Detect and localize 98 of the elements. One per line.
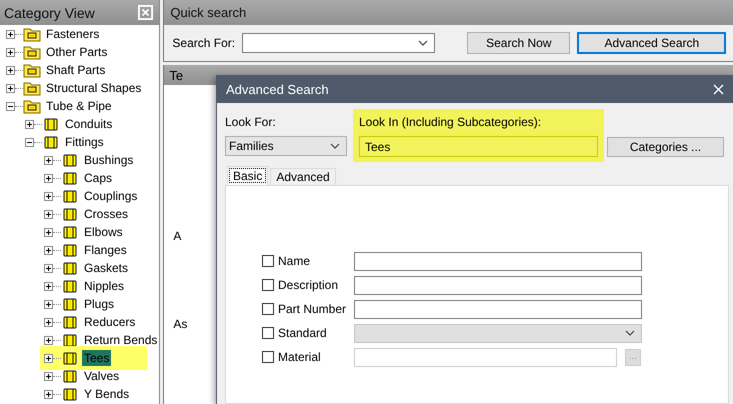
checkbox-label: Material xyxy=(277,350,322,364)
tree-item[interactable]: Return Bends xyxy=(82,332,160,348)
chevron-down-icon xyxy=(330,143,340,149)
tree-item[interactable]: Caps xyxy=(82,170,114,186)
look-in-field[interactable]: Tees xyxy=(359,136,598,157)
checkbox-label: Description xyxy=(277,278,340,292)
folder-icon xyxy=(23,44,41,60)
tree-item[interactable]: Conduits xyxy=(63,116,114,132)
pipe-fitting-icon xyxy=(61,386,79,402)
expand-icon[interactable] xyxy=(44,174,53,182)
expand-icon[interactable] xyxy=(44,390,53,398)
pipe-fitting-icon xyxy=(61,368,79,384)
field-label: Look In (Including Subcategories): xyxy=(359,115,542,129)
advanced-search-button[interactable]: Advanced Search xyxy=(577,32,726,54)
pipe-fitting-icon xyxy=(42,134,60,150)
pipe-fitting-icon xyxy=(42,116,60,132)
tree-item[interactable]: Structural Shapes xyxy=(44,80,144,96)
tree-item[interactable]: Elbows xyxy=(82,224,125,240)
tree-item[interactable]: Crosses xyxy=(82,206,130,222)
pipe-fitting-icon xyxy=(61,278,79,294)
pipe-fitting-icon xyxy=(61,350,79,366)
pipe-fitting-icon xyxy=(61,206,79,222)
collapse-icon[interactable] xyxy=(6,102,15,110)
panel-title: Category View xyxy=(4,4,95,20)
tree-item[interactable]: Bushings xyxy=(82,152,136,168)
categories-button[interactable]: Categories ... xyxy=(607,137,724,157)
panel-title: Quick search xyxy=(170,5,246,20)
expand-icon[interactable] xyxy=(44,372,53,380)
panel-title: Te xyxy=(169,68,184,82)
expand-icon[interactable] xyxy=(6,30,15,38)
field-label: Look For: xyxy=(225,115,277,129)
checkbox[interactable] xyxy=(262,303,274,315)
chevron-down-icon xyxy=(625,330,635,336)
expand-icon[interactable] xyxy=(25,120,34,128)
tree-item[interactable]: Tees xyxy=(82,350,112,366)
expand-icon[interactable] xyxy=(44,282,53,290)
input-field[interactable] xyxy=(354,300,642,318)
tree-item[interactable]: Couplings xyxy=(82,188,140,204)
input-field[interactable] xyxy=(354,348,617,366)
checkbox-label: Standard xyxy=(277,326,328,340)
pipe-fitting-icon xyxy=(61,314,79,330)
expand-icon[interactable] xyxy=(44,246,53,254)
pipe-fitting-icon xyxy=(61,332,79,348)
folder-icon xyxy=(23,98,41,114)
tree-item[interactable]: Valves xyxy=(82,368,122,384)
tree-item[interactable]: Fasteners xyxy=(44,26,102,42)
folder-icon xyxy=(23,26,41,42)
expand-icon[interactable] xyxy=(44,156,53,164)
field-label: Search For: xyxy=(172,36,236,50)
expand-icon[interactable] xyxy=(44,264,53,272)
tree-item[interactable]: Plugs xyxy=(82,296,116,312)
folder-icon xyxy=(23,80,41,96)
expand-icon[interactable] xyxy=(44,192,53,200)
checkbox-label: Part Number xyxy=(277,302,348,316)
tree-item[interactable]: Other Parts xyxy=(44,44,110,60)
tree-item[interactable]: Reducers xyxy=(82,314,138,330)
input-field[interactable] xyxy=(354,276,642,294)
pipe-fitting-icon xyxy=(61,296,79,312)
list-text: A xyxy=(172,229,182,243)
tree-item[interactable]: Y Bends xyxy=(82,386,132,402)
list-text: As xyxy=(172,317,188,331)
tree-item[interactable]: Flanges xyxy=(82,242,129,258)
pipe-fitting-icon xyxy=(61,188,79,204)
pipe-fitting-icon xyxy=(61,260,79,276)
tab[interactable]: Basic xyxy=(227,166,268,185)
checkbox[interactable] xyxy=(262,351,274,363)
tree-item[interactable]: Gaskets xyxy=(82,260,130,276)
close-icon[interactable] xyxy=(138,5,154,20)
tree-item[interactable]: Tube & Pipe xyxy=(44,98,114,114)
close-icon[interactable] xyxy=(713,84,724,94)
tree-item[interactable]: Shaft Parts xyxy=(44,62,108,78)
chevron-down-icon xyxy=(418,40,428,46)
look-for-dropdown[interactable]: Families xyxy=(225,136,347,156)
expand-icon[interactable] xyxy=(44,210,53,218)
tree-item[interactable]: Fittings xyxy=(63,134,106,150)
input-field[interactable] xyxy=(354,252,642,270)
expand-icon[interactable] xyxy=(44,318,53,326)
expand-icon[interactable] xyxy=(6,66,15,74)
expand-icon[interactable] xyxy=(44,300,53,308)
expand-icon[interactable] xyxy=(44,228,53,236)
folder-icon xyxy=(23,62,41,78)
pipe-fitting-icon xyxy=(61,224,79,240)
dialog-title: Advanced Search xyxy=(226,82,329,96)
pipe-fitting-icon xyxy=(61,152,79,168)
collapse-icon[interactable] xyxy=(25,138,34,146)
search-now-button[interactable]: Search Now xyxy=(467,32,570,54)
expand-icon[interactable] xyxy=(6,48,15,56)
pipe-fitting-icon xyxy=(61,242,79,258)
checkbox-label: Name xyxy=(277,254,312,268)
tree-item[interactable]: Nipples xyxy=(82,278,126,294)
checkbox[interactable] xyxy=(262,255,274,267)
expand-icon[interactable] xyxy=(44,354,53,362)
expand-icon[interactable] xyxy=(6,84,15,92)
tab[interactable]: Advanced xyxy=(270,168,336,185)
expand-icon[interactable] xyxy=(44,336,53,344)
pipe-fitting-icon xyxy=(61,170,79,186)
checkbox[interactable] xyxy=(262,279,274,291)
search-combo-box[interactable] xyxy=(242,33,436,53)
